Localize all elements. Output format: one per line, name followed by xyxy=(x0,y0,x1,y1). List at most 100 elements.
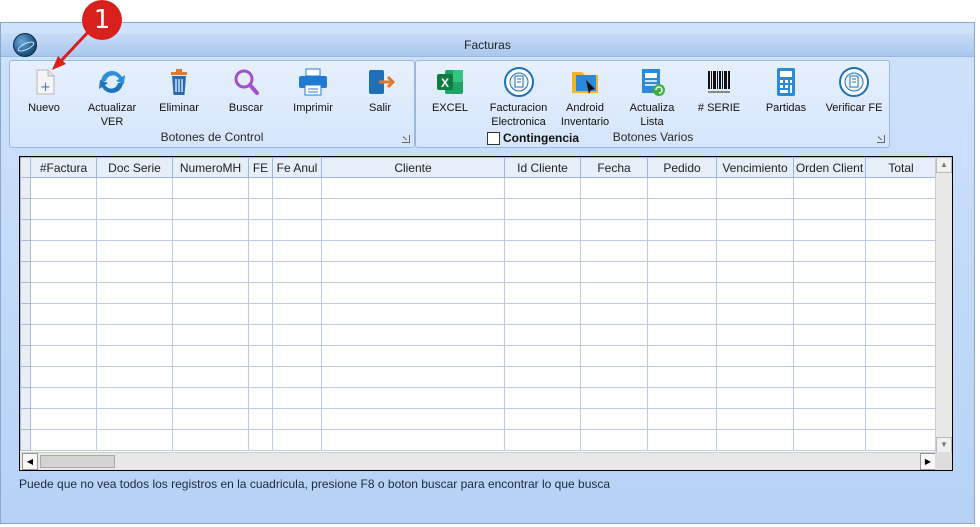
table-cell[interactable] xyxy=(272,387,322,409)
verificar-fe-button[interactable]: Verificar FE xyxy=(822,66,886,115)
table-row[interactable] xyxy=(20,303,937,325)
table-cell[interactable] xyxy=(865,219,937,241)
table-cell[interactable] xyxy=(30,429,97,451)
eliminar-button[interactable]: Eliminar xyxy=(148,66,210,115)
row-header[interactable] xyxy=(20,282,31,304)
table-cell[interactable] xyxy=(248,261,273,283)
table-cell[interactable] xyxy=(716,387,794,409)
table-cell[interactable] xyxy=(716,198,794,220)
table-cell[interactable] xyxy=(580,177,648,199)
table-cell[interactable] xyxy=(647,408,717,430)
table-cell[interactable] xyxy=(647,387,717,409)
table-cell[interactable] xyxy=(716,177,794,199)
table-cell[interactable] xyxy=(272,219,322,241)
table-cell[interactable] xyxy=(321,177,505,199)
table-row[interactable] xyxy=(20,282,937,304)
table-cell[interactable] xyxy=(172,324,249,346)
table-cell[interactable] xyxy=(96,324,173,346)
table-cell[interactable] xyxy=(321,282,505,304)
table-cell[interactable] xyxy=(504,345,581,367)
table-cell[interactable] xyxy=(580,219,648,241)
table-cell[interactable] xyxy=(504,198,581,220)
table-cell[interactable] xyxy=(716,240,794,262)
table-cell[interactable] xyxy=(172,261,249,283)
table-cell[interactable] xyxy=(716,324,794,346)
table-cell[interactable] xyxy=(272,177,322,199)
table-cell[interactable] xyxy=(580,408,648,430)
table-cell[interactable] xyxy=(272,345,322,367)
table-cell[interactable] xyxy=(865,240,937,262)
table-cell[interactable] xyxy=(865,429,937,451)
table-cell[interactable] xyxy=(865,177,937,199)
actualiza-lista-button[interactable]: Actualiza Lista xyxy=(621,66,683,129)
table-cell[interactable] xyxy=(30,303,97,325)
table-cell[interactable] xyxy=(580,387,648,409)
table-row[interactable] xyxy=(20,345,937,367)
table-cell[interactable] xyxy=(30,198,97,220)
table-cell[interactable] xyxy=(272,261,322,283)
table-cell[interactable] xyxy=(321,408,505,430)
table-cell[interactable] xyxy=(172,303,249,325)
table-cell[interactable] xyxy=(30,261,97,283)
table-cell[interactable] xyxy=(504,429,581,451)
table-row[interactable] xyxy=(20,261,937,283)
table-cell[interactable] xyxy=(504,240,581,262)
table-cell[interactable] xyxy=(248,282,273,304)
table-cell[interactable] xyxy=(647,429,717,451)
table-cell[interactable] xyxy=(793,198,866,220)
table-cell[interactable] xyxy=(793,261,866,283)
table-cell[interactable] xyxy=(248,387,273,409)
table-cell[interactable] xyxy=(793,177,866,199)
table-cell[interactable] xyxy=(248,366,273,388)
table-cell[interactable] xyxy=(272,240,322,262)
table-cell[interactable] xyxy=(96,282,173,304)
table-cell[interactable] xyxy=(96,366,173,388)
row-header[interactable] xyxy=(20,219,31,241)
control-group-launcher-icon[interactable] xyxy=(402,135,410,143)
table-cell[interactable] xyxy=(172,429,249,451)
table-cell[interactable] xyxy=(96,345,173,367)
scroll-down-icon[interactable]: ▼ xyxy=(936,437,952,453)
row-header[interactable] xyxy=(20,408,31,430)
col-header-total[interactable]: Total xyxy=(865,157,937,178)
table-row[interactable] xyxy=(20,324,937,346)
vertical-scrollbar[interactable]: ▲ ▼ xyxy=(935,157,952,453)
table-cell[interactable] xyxy=(865,345,937,367)
table-cell[interactable] xyxy=(248,303,273,325)
horizontal-scroll-thumb[interactable] xyxy=(40,455,115,468)
row-header[interactable] xyxy=(20,198,31,220)
table-cell[interactable] xyxy=(248,408,273,430)
table-row[interactable] xyxy=(20,408,937,430)
table-cell[interactable] xyxy=(580,282,648,304)
table-cell[interactable] xyxy=(647,240,717,262)
col-header-numeromh[interactable]: NumeroMH xyxy=(172,157,249,178)
buscar-button[interactable]: Buscar xyxy=(215,66,277,115)
row-header[interactable] xyxy=(20,240,31,262)
table-cell[interactable] xyxy=(30,324,97,346)
table-row[interactable] xyxy=(20,429,937,451)
table-cell[interactable] xyxy=(716,345,794,367)
table-cell[interactable] xyxy=(865,366,937,388)
table-cell[interactable] xyxy=(504,324,581,346)
table-cell[interactable] xyxy=(172,366,249,388)
table-cell[interactable] xyxy=(647,366,717,388)
table-cell[interactable] xyxy=(30,282,97,304)
imprimir-button[interactable]: Imprimir xyxy=(282,66,344,115)
col-header-vencimiento[interactable]: Vencimiento xyxy=(716,157,794,178)
table-cell[interactable] xyxy=(793,219,866,241)
table-cell[interactable] xyxy=(793,366,866,388)
table-cell[interactable] xyxy=(30,366,97,388)
scroll-left-icon[interactable]: ◀ xyxy=(22,453,38,470)
table-cell[interactable] xyxy=(272,198,322,220)
table-cell[interactable] xyxy=(793,408,866,430)
col-header-fe[interactable]: FE xyxy=(248,157,273,178)
facturacion-electronica-button[interactable]: Facturacion Electronica xyxy=(486,66,551,129)
row-header[interactable] xyxy=(20,303,31,325)
table-cell[interactable] xyxy=(96,429,173,451)
col-header-factura[interactable]: #Factura xyxy=(30,157,97,178)
table-cell[interactable] xyxy=(504,219,581,241)
table-cell[interactable] xyxy=(172,282,249,304)
table-cell[interactable] xyxy=(30,387,97,409)
scroll-right-icon[interactable]: ▶ xyxy=(920,453,936,470)
table-cell[interactable] xyxy=(172,177,249,199)
